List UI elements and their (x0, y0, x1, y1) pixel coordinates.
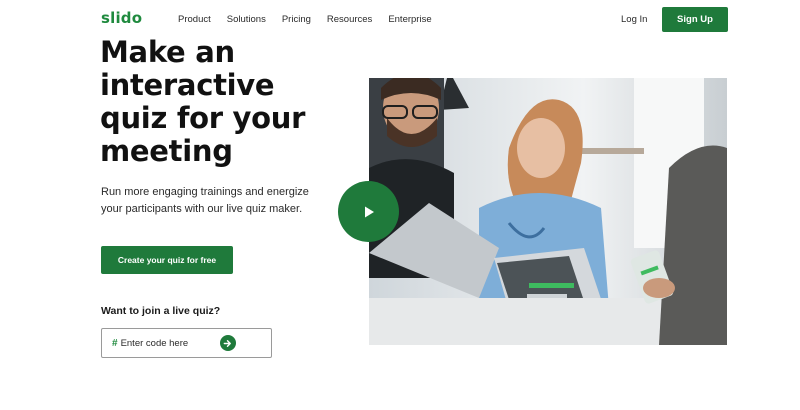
join-quiz-label: Want to join a live quiz? (101, 305, 221, 317)
join-submit-button[interactable] (219, 335, 236, 351)
arrow-right-icon (223, 339, 231, 347)
nav-item-product[interactable]: Product (178, 14, 211, 25)
play-video-button[interactable] (338, 181, 399, 242)
slido-logo[interactable]: slido (101, 9, 142, 27)
main-nav: Product Solutions Pricing Resources Ente… (178, 14, 448, 25)
hash-icon: # (112, 337, 118, 349)
nav-item-enterprise[interactable]: Enterprise (388, 14, 431, 25)
nav-item-pricing[interactable]: Pricing (282, 14, 311, 25)
nav-item-resources[interactable]: Resources (327, 14, 372, 25)
meeting-photo-illustration (369, 78, 727, 345)
play-icon (364, 206, 374, 217)
join-code-field: # (101, 328, 272, 358)
event-code-input[interactable] (120, 337, 216, 349)
hero-photo (369, 78, 727, 345)
create-quiz-button[interactable]: Create your quiz for free (101, 246, 233, 274)
hero-headline: Make an interactive quiz for your meetin… (100, 35, 306, 168)
signup-button[interactable]: Sign Up (662, 7, 728, 32)
login-link[interactable]: Log In (621, 14, 647, 25)
hero-subtitle: Run more engaging trainings and energize… (101, 186, 309, 215)
nav-item-solutions[interactable]: Solutions (227, 14, 266, 25)
